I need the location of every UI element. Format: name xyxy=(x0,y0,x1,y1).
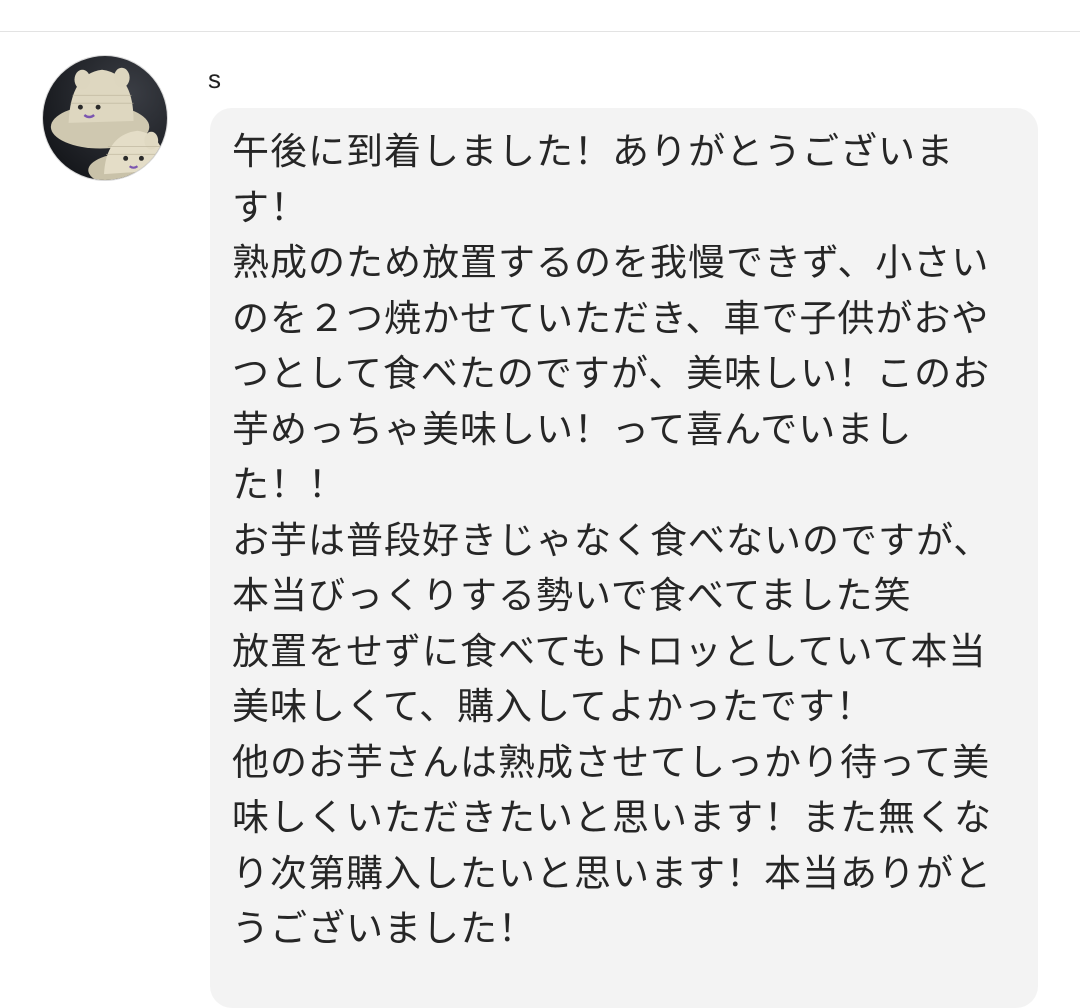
hat-photo-avatar-image xyxy=(43,56,167,180)
comment-bubble: 午後に到着しました！ありがとうございま す！ 熟成のため放置するのを我慢できず、… xyxy=(210,108,1038,1008)
username[interactable]: s xyxy=(208,64,221,94)
comment-message: 午後に到着しました！ありがとうございま す！ 熟成のため放置するのを我慢できず、… xyxy=(232,130,992,950)
user-avatar[interactable] xyxy=(42,55,168,181)
top-divider xyxy=(0,31,1080,32)
